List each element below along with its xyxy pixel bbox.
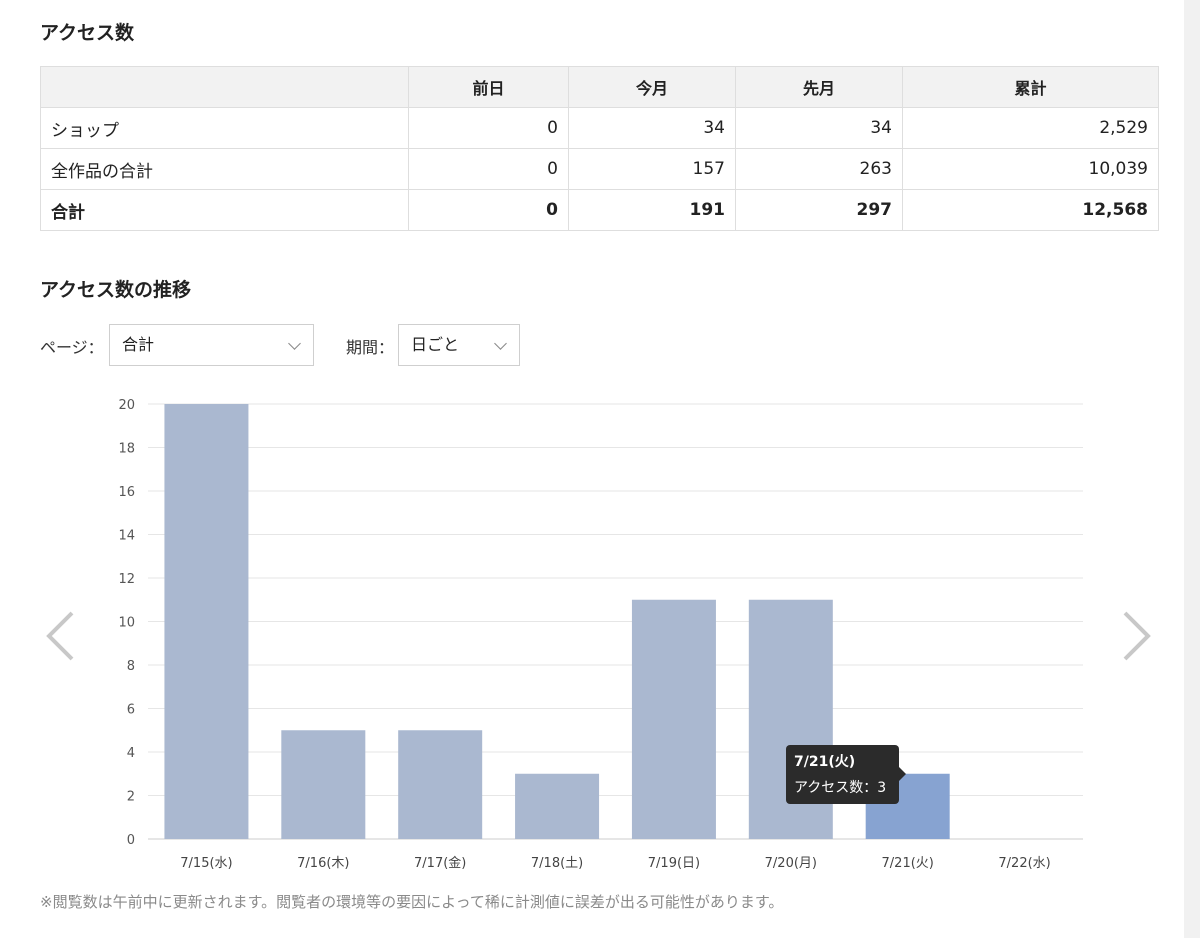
bar [281, 730, 366, 839]
bar [398, 730, 483, 839]
cell-value: 12,568 [902, 189, 1159, 231]
page-select[interactable]: 合計 [109, 324, 314, 366]
next-period-button[interactable] [1113, 610, 1159, 662]
column-header-this-month: 今月 [568, 66, 736, 108]
column-header-last-month: 先月 [735, 66, 903, 108]
cell-value: 263 [735, 148, 903, 190]
chevron-down-icon [494, 337, 507, 350]
bar [631, 599, 716, 839]
access-bar-chart: 0 2 4 6 8 10 12 14 16 18 20 7/15(水) 7/16(木) 7/17(金) 7/… [118, 398, 1083, 871]
period-select[interactable]: 日ごと [398, 324, 520, 366]
footnote: ※閲覧数は午前中に更新されます。閲覧者の環境等の要因によって稀に計測値に誤差が出… [40, 893, 784, 911]
bar [515, 773, 600, 839]
cell-value: 0 [408, 189, 569, 231]
tooltip-pointer [899, 767, 906, 781]
column-header [40, 66, 409, 108]
cell-value: 297 [735, 189, 903, 231]
x-tick-label: 7/16(木) [297, 856, 349, 871]
y-tick-label: 4 [127, 746, 135, 761]
x-tick-label: 7/22(水) [998, 856, 1050, 871]
cell-value: 157 [568, 148, 736, 190]
x-tick-label: 7/19(日) [648, 856, 700, 871]
cell-value: 0 [408, 148, 569, 190]
tooltip-title: 7/21(火) [794, 754, 856, 770]
cell-value: 191 [568, 189, 736, 231]
chevron-down-icon [288, 337, 301, 350]
tooltip-text: アクセス数：3 [794, 780, 887, 796]
table-header-row: 前日 今月 先月 累計 [40, 66, 1159, 108]
x-tick-label: 7/18(土) [531, 856, 583, 871]
y-tick-label: 8 [127, 659, 135, 674]
row-label: 全作品の合計 [40, 148, 409, 190]
table-row-total: 合計 0 191 297 12,568 [40, 189, 1159, 231]
y-tick-label: 16 [118, 485, 135, 500]
y-tick-label: 10 [118, 616, 135, 631]
period-select-value: 日ごと [411, 335, 460, 354]
access-title: アクセス数 [40, 22, 135, 44]
chevron-left-icon [46, 611, 74, 661]
x-tick-label: 7/17(金) [414, 855, 466, 871]
period-filter-label: 期間： [346, 338, 395, 357]
x-tick-label: 7/20(月) [765, 856, 817, 871]
cell-value: 10,039 [902, 148, 1159, 190]
cell-value: 34 [735, 107, 903, 149]
x-tick-label: 7/15(水) [180, 856, 232, 871]
row-label: 合計 [40, 189, 409, 231]
y-tick-label: 14 [118, 529, 135, 544]
y-tick-label: 18 [118, 442, 135, 457]
column-header-cumulative: 累計 [902, 66, 1159, 108]
y-tick-label: 2 [127, 790, 135, 805]
table-row: ショップ 0 34 34 2,529 [40, 107, 1159, 149]
cell-value: 34 [568, 107, 736, 149]
access-table: 前日 今月 先月 累計 ショップ 0 34 34 2,529 全作品の合計 0 … [40, 66, 1159, 231]
y-tick-label: 0 [127, 833, 135, 848]
cell-value: 0 [408, 107, 569, 149]
chevron-right-icon [1123, 611, 1151, 661]
row-label: ショップ [40, 107, 409, 149]
bar [164, 404, 249, 839]
page-select-value: 合計 [122, 335, 155, 354]
y-tick-label: 6 [127, 703, 135, 718]
table-row: 全作品の合計 0 157 263 10,039 [40, 148, 1159, 190]
column-header-prev-day: 前日 [408, 66, 569, 108]
x-tick-label: 7/21(火) [882, 856, 934, 871]
page-filter-label: ページ： [40, 338, 104, 357]
cell-value: 2,529 [902, 107, 1159, 149]
chart-tooltip: 7/21(火) アクセス数：3 [786, 745, 906, 804]
y-tick-label: 12 [118, 572, 135, 587]
trend-title: アクセス数の推移 [40, 279, 192, 301]
y-tick-label: 20 [118, 398, 135, 413]
prev-period-button[interactable] [38, 610, 84, 662]
